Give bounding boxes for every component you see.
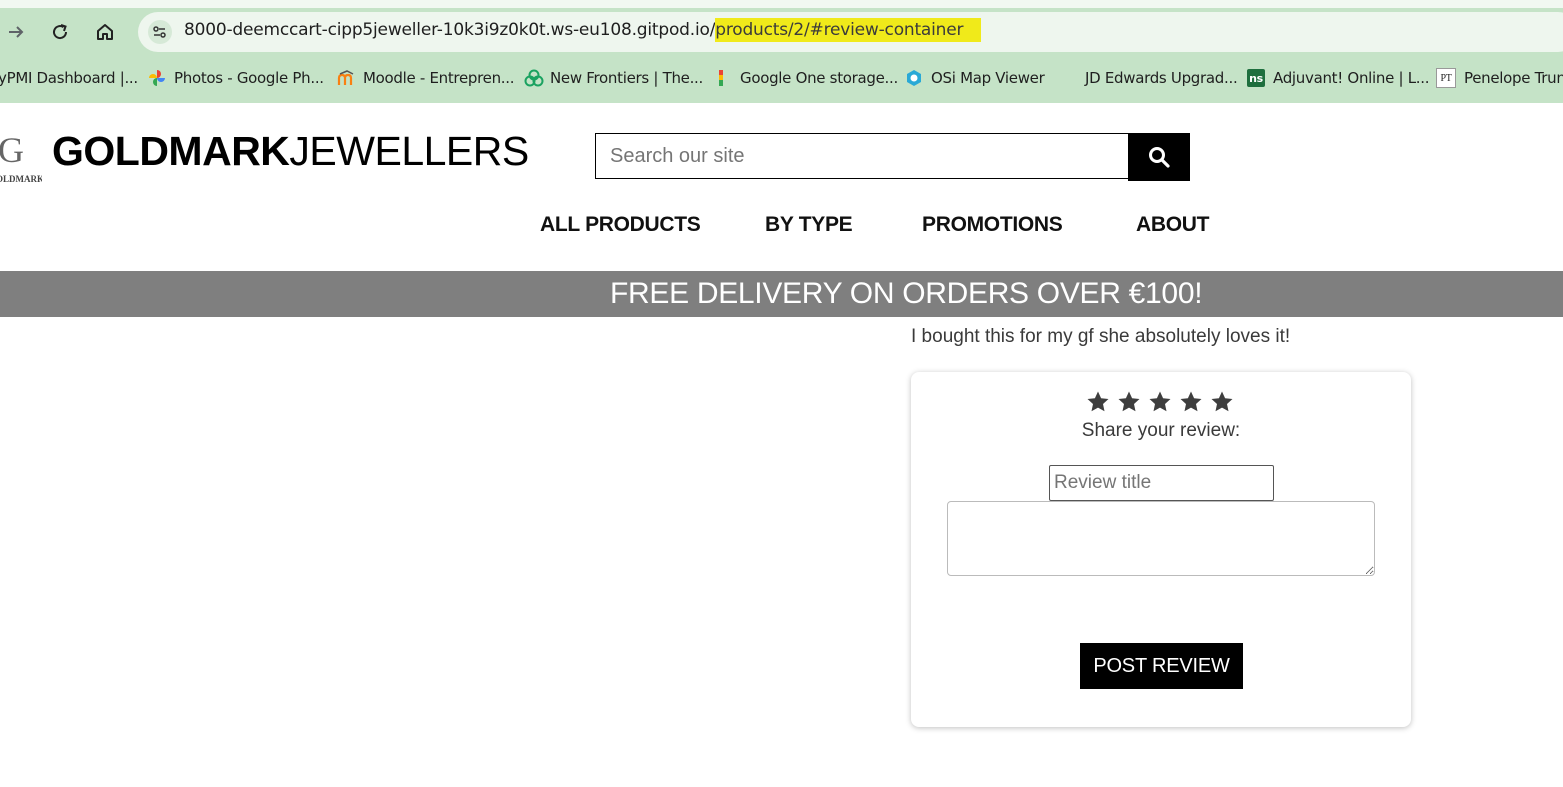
google-one-icon xyxy=(714,69,732,87)
bookmark-item[interactable]: Photos - Google Ph... xyxy=(148,64,324,92)
ns-icon: ns xyxy=(1247,69,1265,87)
bookmark-label: Google One storage... xyxy=(740,69,898,87)
star-icon[interactable] xyxy=(1210,390,1234,414)
nav-all-products[interactable]: ALL PRODUCTS xyxy=(540,213,701,237)
bookmark-label: Photos - Google Ph... xyxy=(174,69,324,87)
banner-text: FREE DELIVERY ON ORDERS OVER €100! xyxy=(610,277,1203,310)
search-icon xyxy=(1149,147,1170,168)
knot-icon xyxy=(524,69,544,87)
star-icon[interactable] xyxy=(1117,390,1141,414)
brand-light: JEWELLERS xyxy=(289,128,529,174)
osi-icon xyxy=(905,69,923,87)
nav-promotions[interactable]: PROMOTIONS xyxy=(922,213,1063,237)
bookmark-item[interactable]: Moodle - Entrepren... xyxy=(337,64,515,92)
review-form-card: Share your review: POST REVIEW xyxy=(911,372,1411,727)
bookmark-item[interactable]: OSi Map Viewer xyxy=(905,64,1045,92)
url-highlighted-path: products/2/#review-container xyxy=(715,18,982,42)
forward-icon[interactable] xyxy=(2,18,30,46)
bookmark-item[interactable]: New Frontiers | The... xyxy=(524,64,703,92)
bookmark-item[interactable]: yPMI Dashboard |... xyxy=(0,64,138,92)
main-nav: ALL PRODUCTS BY TYPE PROMOTIONS ABOUT xyxy=(0,213,1563,243)
delivery-banner: FREE DELIVERY ON ORDERS OVER €100! xyxy=(0,271,1563,317)
post-review-button[interactable]: POST REVIEW xyxy=(1080,643,1243,689)
bookmark-label: Penelope Trunk xyxy=(1464,69,1563,87)
active-tab-edge xyxy=(0,0,1563,8)
bookmark-item[interactable]: JD Edwards Upgrad... xyxy=(1085,64,1238,92)
reload-icon[interactable] xyxy=(46,18,74,46)
logo-letter: G xyxy=(0,130,24,170)
star-icon[interactable] xyxy=(1148,390,1172,414)
home-icon[interactable] xyxy=(91,18,119,46)
bookmark-label: yPMI Dashboard |... xyxy=(0,69,138,87)
bookmark-label: OSi Map Viewer xyxy=(931,69,1045,87)
bookmark-label: JD Edwards Upgrad... xyxy=(1085,69,1238,87)
review-title-input[interactable] xyxy=(1049,465,1274,501)
search-input[interactable] xyxy=(596,134,1128,178)
url-prefix: 8000-deemccart-cipp5jeweller-10k3i9z0k0t… xyxy=(184,20,716,40)
bookmarks-bar: yPMI Dashboard |... Photos - Google Ph..… xyxy=(0,64,1563,92)
star-rating[interactable] xyxy=(1086,390,1234,414)
moodle-icon xyxy=(337,69,355,87)
search-button[interactable] xyxy=(1128,133,1190,181)
brand-name[interactable]: GOLDMARKJEWELLERS xyxy=(52,128,529,175)
share-review-label: Share your review: xyxy=(1081,420,1241,441)
search-field[interactable] xyxy=(595,133,1129,179)
pt-icon: PT xyxy=(1436,68,1456,88)
logo-caption: OLDMARK xyxy=(0,174,42,184)
bookmark-label: Moodle - Entrepren... xyxy=(363,69,515,87)
bookmark-item[interactable]: ns Adjuvant! Online | L... xyxy=(1247,64,1429,92)
brand-bold: GOLDMARK xyxy=(52,128,290,174)
star-icon[interactable] xyxy=(1179,390,1203,414)
nav-about[interactable]: ABOUT xyxy=(1136,213,1209,237)
pinwheel-icon xyxy=(148,69,166,87)
existing-review-text: I bought this for my gf she absolutely l… xyxy=(911,326,1291,347)
bookmark-label: New Frontiers | The... xyxy=(550,69,703,87)
site-logo[interactable]: G OLDMARK xyxy=(0,128,44,184)
review-body-textarea[interactable] xyxy=(947,501,1375,576)
nav-by-type[interactable]: BY TYPE xyxy=(765,213,853,237)
url-text[interactable]: 8000-deemccart-cipp5jeweller-10k3i9z0k0t… xyxy=(184,18,982,42)
site-info-icon[interactable] xyxy=(148,20,172,44)
bookmark-item[interactable]: Google One storage... xyxy=(714,64,898,92)
star-icon[interactable] xyxy=(1086,390,1110,414)
bookmark-label: Adjuvant! Online | L... xyxy=(1273,69,1430,87)
bookmark-item[interactable]: PT Penelope Trunk xyxy=(1436,64,1563,92)
